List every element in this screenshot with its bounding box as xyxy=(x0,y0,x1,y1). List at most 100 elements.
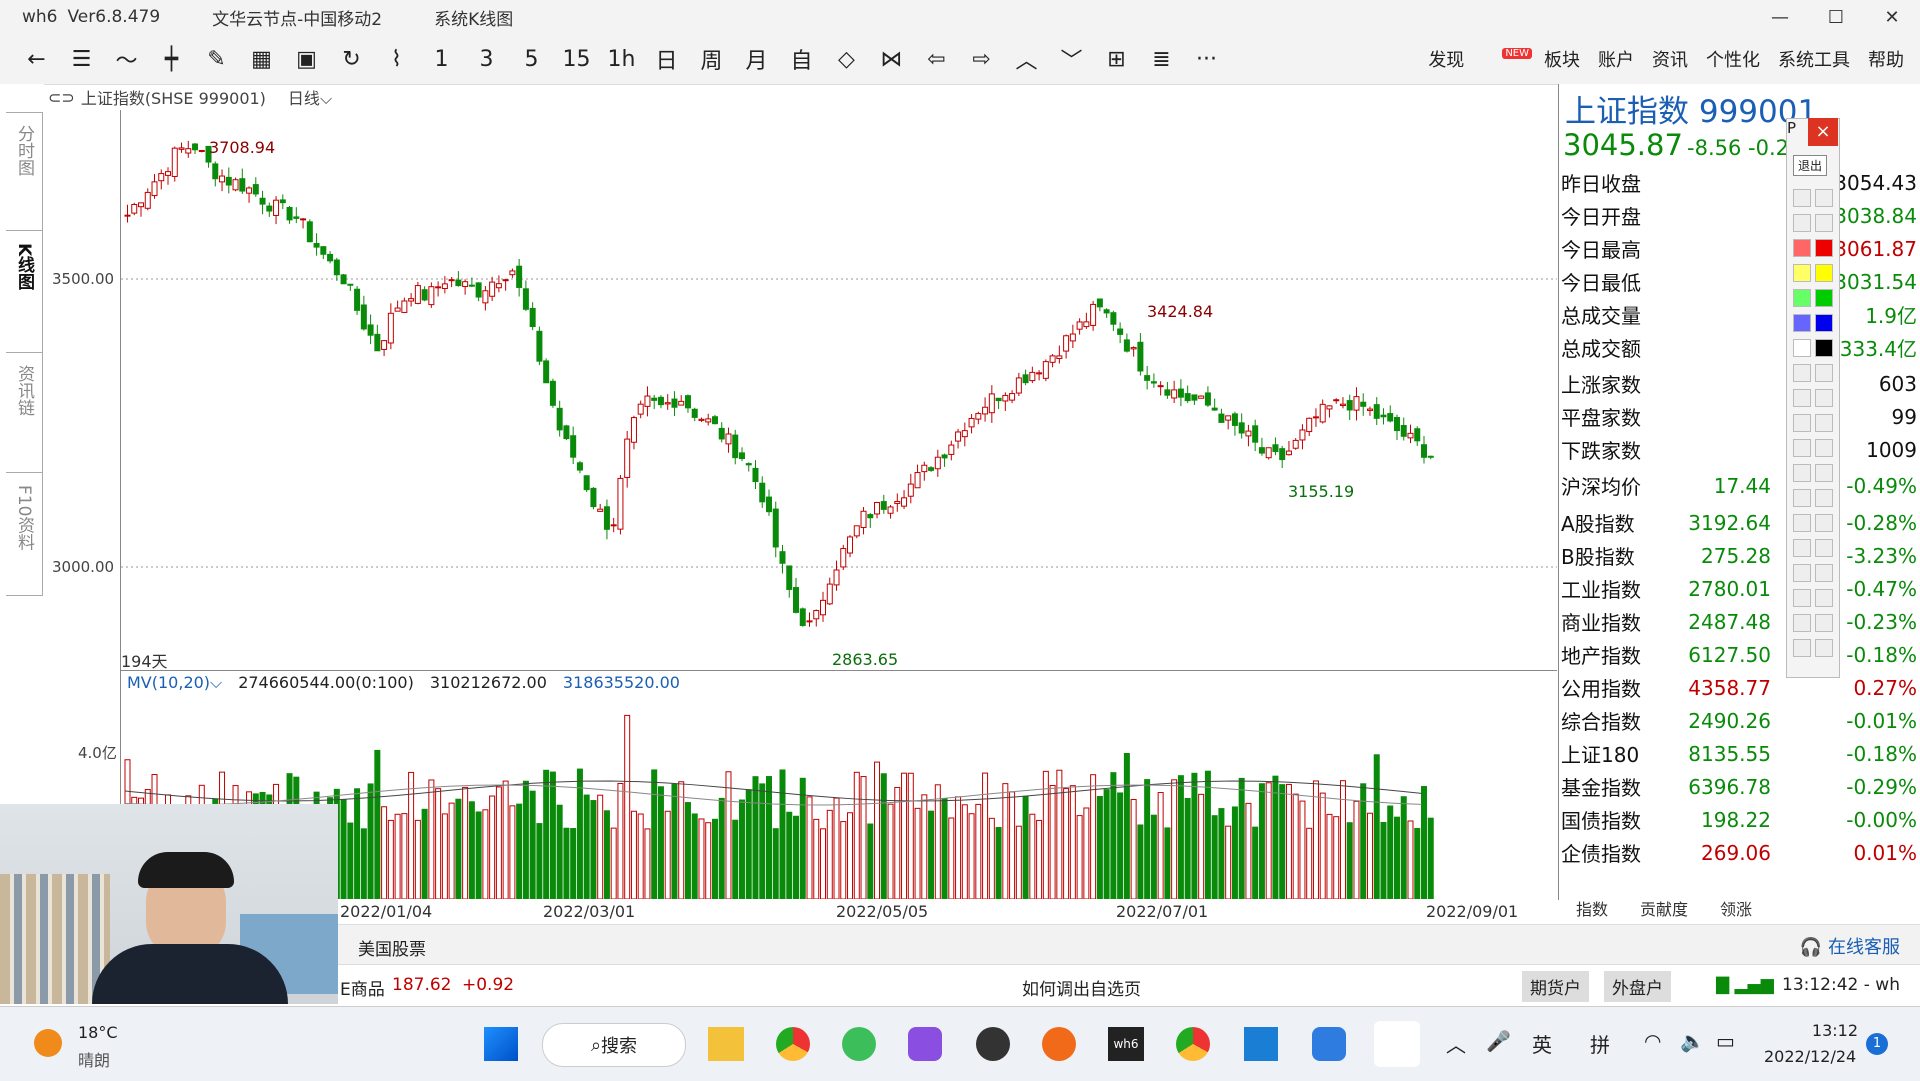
app-purple-icon[interactable] xyxy=(908,1027,942,1061)
right-icon[interactable]: ⇨ xyxy=(959,47,1004,72)
grid-icon[interactable]: ▦ xyxy=(239,47,284,72)
period-1h-button[interactable]: 1h xyxy=(599,47,644,72)
index-row[interactable]: 综合指数 2490.26 -0.01% xyxy=(1559,704,1920,737)
rect-icon[interactable] xyxy=(1793,414,1811,432)
line-icon[interactable] xyxy=(1793,389,1811,407)
rect-fill-icon[interactable] xyxy=(1815,414,1833,432)
period-week-button[interactable]: 周 xyxy=(689,43,734,75)
online-service[interactable]: 🎧 在线客服 xyxy=(1800,933,1900,959)
period-custom-button[interactable]: 自 xyxy=(779,43,824,75)
battery-icon[interactable]: ▭ xyxy=(1716,1029,1735,1053)
microphone-icon[interactable]: 🎤 xyxy=(1486,1029,1511,1053)
drawing-toolbox[interactable]: P 退出 xyxy=(1786,118,1840,678)
ime-english[interactable]: 英 xyxy=(1532,1029,1552,1058)
tab-kline[interactable]: K线图 xyxy=(6,230,43,354)
app-dark-icon[interactable] xyxy=(976,1027,1010,1061)
text-list-icon[interactable]: ≣ xyxy=(1139,47,1184,72)
color-green-icon[interactable] xyxy=(1793,289,1811,307)
index-row[interactable]: 地产指数 6127.50 -0.18% xyxy=(1559,638,1920,671)
dot-small-icon[interactable] xyxy=(1793,189,1811,207)
foreign-account-button[interactable]: 外盘户 xyxy=(1604,971,1671,1002)
color-red-icon[interactable] xyxy=(1793,239,1811,257)
tab-index[interactable]: 指数 xyxy=(1576,896,1608,920)
arrow-line-icon[interactable] xyxy=(1815,389,1833,407)
taskbar-search[interactable]: ⌕ 搜索 xyxy=(542,1023,686,1067)
color-blue2-icon[interactable] xyxy=(1815,314,1833,332)
windows-start-icon[interactable] xyxy=(484,1027,518,1061)
color-green2-icon[interactable] xyxy=(1815,289,1833,307)
minus-icon[interactable] xyxy=(1815,539,1833,557)
check-icon[interactable] xyxy=(1793,489,1811,507)
menu-news[interactable]: 资讯 xyxy=(1652,46,1688,72)
minimize-button[interactable]: — xyxy=(1752,0,1808,34)
notification-badge[interactable]: 1 xyxy=(1866,1033,1888,1055)
menu-sector[interactable]: 板块 xyxy=(1544,46,1580,72)
drawtool-close-button[interactable]: × xyxy=(1808,118,1838,146)
weather-temp[interactable]: 18°C xyxy=(78,1023,118,1042)
tab-contribution[interactable]: 贡献度 xyxy=(1640,896,1688,920)
tab-f10[interactable]: F10资料 xyxy=(6,472,43,596)
color-white-icon[interactable] xyxy=(1793,339,1811,357)
plus-icon[interactable] xyxy=(1793,539,1811,557)
period-1min-button[interactable]: 1 xyxy=(419,47,464,72)
print-icon[interactable] xyxy=(1793,614,1811,632)
tray-chevron-icon[interactable]: ︿ xyxy=(1446,1029,1466,1058)
chrome-profile-icon[interactable] xyxy=(1176,1027,1210,1061)
ellipse-icon[interactable] xyxy=(1793,439,1811,457)
app-orange-icon[interactable] xyxy=(1042,1027,1076,1061)
clock-date[interactable]: 2022/12/24 xyxy=(1764,1047,1856,1066)
index-row[interactable]: 企债指数 269.06 0.01% xyxy=(1559,836,1920,869)
curve-icon[interactable] xyxy=(1793,364,1811,382)
trash-icon[interactable] xyxy=(1815,564,1833,582)
save-disk-icon[interactable] xyxy=(1815,614,1833,632)
color-yellow-icon[interactable] xyxy=(1793,264,1811,282)
color-blue-icon[interactable] xyxy=(1793,314,1811,332)
color-black-icon[interactable] xyxy=(1815,339,1833,357)
copy-icon[interactable] xyxy=(1815,589,1833,607)
line-chart-icon[interactable]: 〜 xyxy=(104,43,149,75)
kline-chart[interactable] xyxy=(120,110,1557,670)
delete-icon[interactable] xyxy=(1815,489,1833,507)
period-15min-button[interactable]: 15 xyxy=(554,47,599,72)
text-icon[interactable] xyxy=(1815,464,1833,482)
index-row[interactable]: 基金指数 6396.78 -0.29% xyxy=(1559,770,1920,803)
help-text[interactable]: 如何调出自选页 xyxy=(1022,975,1141,1000)
drawtool-exit-button[interactable]: 退出 xyxy=(1793,155,1828,176)
index-row[interactable]: 工业指数 2780.01 -0.47% xyxy=(1559,572,1920,605)
pen-icon[interactable] xyxy=(1815,364,1833,382)
candlestick-icon[interactable]: ┿ xyxy=(149,47,194,72)
chrome-icon[interactable] xyxy=(776,1027,810,1061)
hline-icon[interactable] xyxy=(1793,464,1811,482)
tab-leading[interactable]: 领涨 xyxy=(1720,896,1752,920)
more-button[interactable]: ··· xyxy=(1184,47,1229,72)
mv-label[interactable]: MV(10,20)⌵ xyxy=(127,673,222,693)
color-yellow2-icon[interactable] xyxy=(1815,264,1833,282)
zoom-out-icon[interactable]: ⋈ xyxy=(869,47,914,72)
menu-help[interactable]: 帮助 xyxy=(1868,46,1904,72)
volume-icon[interactable]: 🔈 xyxy=(1680,1029,1705,1053)
undo-icon[interactable] xyxy=(1793,564,1811,582)
menu-discover[interactable]: 发现 NEW xyxy=(1410,46,1532,72)
draw-icon[interactable]: ✎ xyxy=(194,47,239,72)
link-icon[interactable]: ⊂⊃ xyxy=(48,88,75,107)
period-5min-button[interactable]: 5 xyxy=(509,47,554,72)
circle-dark-icon[interactable] xyxy=(1815,214,1833,232)
refresh-icon[interactable]: ↻ xyxy=(329,47,374,72)
zoom-icon[interactable] xyxy=(1815,514,1833,532)
wh6-app-icon[interactable]: wh6 xyxy=(1108,1027,1144,1061)
list-icon[interactable]: ☰ xyxy=(59,47,104,72)
close-button[interactable]: ✕ xyxy=(1864,0,1920,34)
indicator-icon[interactable]: ⌇ xyxy=(374,47,419,72)
market-label[interactable]: 美国股票 xyxy=(358,935,426,960)
maximize-button[interactable]: ☐ xyxy=(1808,0,1864,34)
info-icon[interactable] xyxy=(1815,639,1833,657)
wifi-icon[interactable]: ◠ xyxy=(1644,1029,1661,1053)
crop-icon[interactable] xyxy=(1793,514,1811,532)
browser-e-icon[interactable] xyxy=(842,1027,876,1061)
index-row[interactable]: 公用指数 4358.77 0.27% xyxy=(1559,671,1920,704)
tab-news-chain[interactable]: 资讯链 xyxy=(6,352,43,476)
index-row[interactable]: A股指数 3192.64 -0.28% xyxy=(1559,506,1920,539)
index-row[interactable]: 商业指数 2487.48 -0.23% xyxy=(1559,605,1920,638)
down-icon[interactable]: ﹀ xyxy=(1049,43,1094,75)
zoom-in-icon[interactable]: ◇ xyxy=(824,47,869,72)
